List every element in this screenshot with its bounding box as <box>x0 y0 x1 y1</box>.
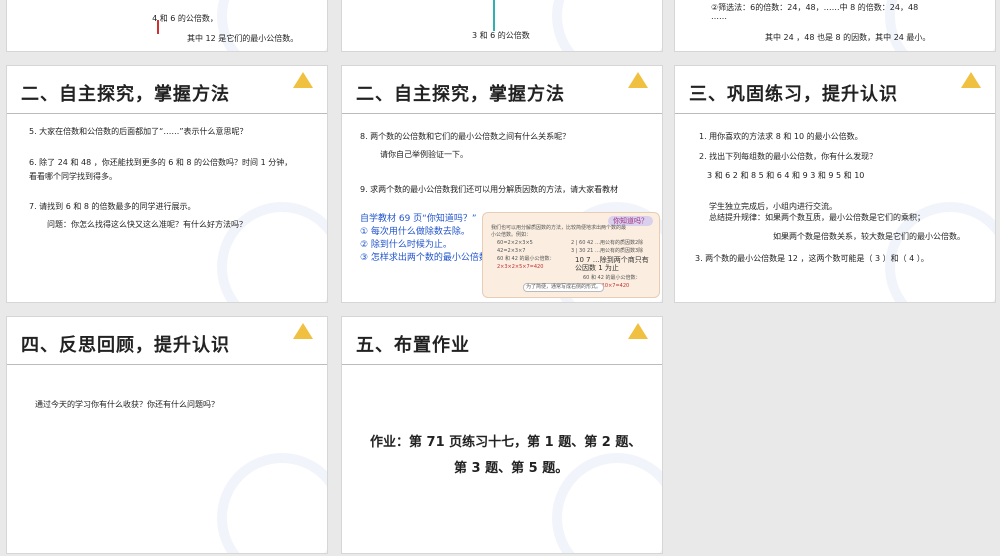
slide-text: 其中 12 是它们的最小公倍数。 <box>187 34 299 43</box>
slide-thumbnail-3[interactable]: ②筛选法：6的倍数：24，48，……中 8 的倍数：24，48 …… 其中 24… <box>674 0 996 52</box>
excerpt-text: 42=2×3×7 <box>497 248 526 254</box>
slide-text: 4 和 6 的公倍数， <box>152 14 218 23</box>
slide-title: 四、反思回顾，提升认识 <box>21 335 230 356</box>
watermark-logo <box>552 0 662 51</box>
triangle-ruler-icon <box>961 72 981 88</box>
slide-text-blue: ③ 怎样求出两个数的最小公倍数。 <box>360 253 497 263</box>
watermark-logo <box>217 0 327 51</box>
slide-text: 6. 除了 24 和 48 ，你还能找到更多的 6 和 8 的公倍数吗？时间 1… <box>29 158 293 167</box>
slide-thumbnail-1[interactable]: 4 和 6 的公倍数， 其中 12 是它们的最小公倍数。 <box>6 0 328 52</box>
slide-text: 7. 请找到 6 和 8 的倍数最多的同学进行展示。 <box>29 202 196 211</box>
divider <box>7 113 327 114</box>
slide-title: 二、自主探究，掌握方法 <box>21 84 230 105</box>
divider <box>342 113 662 114</box>
divider <box>7 364 327 365</box>
slide-text: 作业：第 71 页练习十七，第 1 题、第 2 题、 <box>370 435 642 450</box>
excerpt-text: 3 | 30 21 …用公有的质因数3除 <box>571 248 644 254</box>
slide-text: 请你自己举例验证一下。 <box>380 150 468 159</box>
slide-text: 其中 24 ，48 也是 8 的因数，其中 24 最小。 <box>765 33 931 42</box>
slide-text-blue: ① 每次用什么做除数去除。 <box>360 227 470 237</box>
slide-text: 3 和 6 2 和 8 5 和 6 4 和 9 3 和 9 5 和 10 <box>707 171 865 180</box>
textbook-excerpt-image: 你知道吗？ 我们也可以用分解质因数的方法，比较简便地求出两个数的最 小公倍数。例… <box>482 212 660 298</box>
excerpt-text: 小公倍数。例如： <box>491 232 532 238</box>
slide-text: 5. 大家在倍数和公倍数的后面都加了“……”表示什么意思呢？ <box>29 127 248 136</box>
excerpt-text: 2 | 60 42 …用公有的质因数2除 <box>571 240 644 246</box>
slide-text: 通过今天的学习你有什么收获？你还有什么问题吗？ <box>35 400 219 409</box>
slide-thumbnail-6[interactable]: 三、巩固练习，提升认识 1. 用你喜欢的方法求 8 和 10 的最小公倍数。 2… <box>674 65 996 303</box>
slide-text: ②筛选法：6的倍数：24，48，……中 8 的倍数：24，48 <box>711 3 919 12</box>
slide-thumbnail-7[interactable]: 四、反思回顾，提升认识 通过今天的学习你有什么收获？你还有什么问题吗？ <box>6 316 328 554</box>
excerpt-text: 我们也可以用分解质因数的方法，比较简便地求出两个数的最 <box>491 225 627 231</box>
slide-text: 总结提升规律：如果两个数互质，最小公倍数是它们的乘积； <box>709 213 925 222</box>
slide-text: 如果两个数是倍数关系，较大数是它们的最小公倍数。 <box>773 232 965 241</box>
slide-text: 问题：你怎么找得这么快又这么准呢？有什么好方法吗？ <box>47 220 247 229</box>
slide-text: 9. 求两个数的最小公倍数我们还可以用分解质因数的方法，请大家看教材 <box>360 185 619 194</box>
excerpt-text: 60=2×2×3×5 <box>497 240 533 246</box>
excerpt-text: 60 和 42 的最小公倍数： <box>497 256 555 262</box>
slide-text: 2. 找出下列每组数的最小公倍数，你有什么发现？ <box>699 152 878 161</box>
slide-text-blue: ② 除到什么时候为止。 <box>360 240 452 250</box>
slide-thumbnail-2[interactable]: 3 和 6 的公倍数 <box>341 0 663 52</box>
excerpt-text: 10 7 …除到两个商只有公因数 1 为止 <box>575 256 649 272</box>
slide-thumbnail-4[interactable]: 二、自主探究，掌握方法 5. 大家在倍数和公倍数的后面都加了“……”表示什么意思… <box>6 65 328 303</box>
slide-text: 3. 两个数的最小公倍数是 12 ，这两个数可能是（ 3 ）和（ 4 ）。 <box>695 254 929 263</box>
slide-text: …… <box>711 12 727 21</box>
speech-bubble: 为了简便，通常写成右侧的形式。 <box>523 283 605 292</box>
slide-text: 看看哪个同学找到得多。 <box>29 172 117 181</box>
slide-text: 第 3 题、第 5 题。 <box>454 461 569 476</box>
slide-title: 五、布置作业 <box>356 335 470 356</box>
watermark-logo <box>217 202 327 302</box>
slide-text: 8. 两个数的公倍数和它们的最小公倍数之间有什么关系呢？ <box>360 132 571 141</box>
watermark-logo <box>552 453 662 553</box>
divider <box>342 364 662 365</box>
arrow-down <box>493 0 495 31</box>
slide-title: 二、自主探究，掌握方法 <box>356 84 565 105</box>
slide-text: 3 和 6 的公倍数 <box>472 31 530 40</box>
triangle-ruler-icon <box>293 72 313 88</box>
slide-text-blue: 自学教材 69 页“你知道吗？” <box>360 214 477 224</box>
triangle-ruler-icon <box>628 323 648 339</box>
slide-title: 三、巩固练习，提升认识 <box>689 84 898 105</box>
excerpt-text: 2×3×2×5×7=420 <box>497 264 544 270</box>
divider <box>675 113 995 114</box>
slide-text: 学生独立完成后，小组内进行交流。 <box>709 202 837 211</box>
excerpt-text: 60 和 42 的最小公倍数： <box>583 275 641 281</box>
triangle-ruler-icon <box>628 72 648 88</box>
slide-text: 1. 用你喜欢的方法求 8 和 10 的最小公倍数。 <box>699 132 863 141</box>
watermark-logo <box>217 453 327 553</box>
triangle-ruler-icon <box>293 323 313 339</box>
slide-thumbnail-8[interactable]: 五、布置作业 作业：第 71 页练习十七，第 1 题、第 2 题、 第 3 题、… <box>341 316 663 554</box>
slide-thumbnail-5[interactable]: 二、自主探究，掌握方法 8. 两个数的公倍数和它们的最小公倍数之间有什么关系呢？… <box>341 65 663 303</box>
